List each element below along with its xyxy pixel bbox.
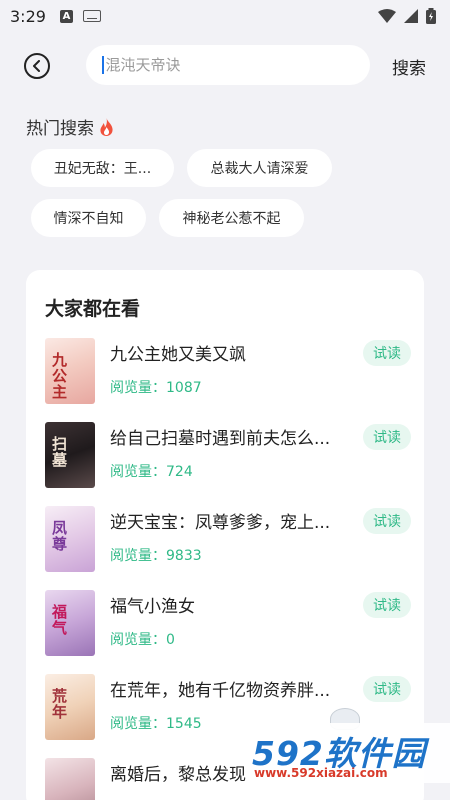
search-button[interactable]: 搜索: [392, 54, 426, 79]
recommend-card: 大家都在看 九公主 九公主她又美又飒 阅览量：1087 试读 扫墓 给自己扫墓时…: [26, 270, 424, 800]
book-views: 阅览量：0: [110, 632, 175, 648]
book-cover-text: 荒年: [50, 688, 68, 720]
book-item[interactable]: 凤尊 逆天宝宝：凤尊爹爹，宠上... 阅览量：9833 试读: [45, 506, 411, 572]
hot-search-chip[interactable]: 丑妃无敌：王...: [31, 149, 174, 187]
recommend-title: 大家都在看: [45, 298, 141, 320]
watermark: 592软件园 www.592xiazai.com: [248, 723, 450, 783]
watermark-url: www.592xiazai.com: [254, 766, 388, 780]
book-title: 给自己扫墓时遇到前夫怎么...: [110, 429, 331, 449]
search-input[interactable]: [105, 56, 346, 74]
hot-search-heading: 热门搜索: [26, 114, 114, 139]
book-title: 在荒年，她有千亿物资养胖...: [110, 681, 331, 701]
book-cover: 凤尊: [45, 506, 95, 572]
fire-icon: [100, 117, 113, 136]
hot-search-title: 热门搜索: [26, 119, 94, 139]
back-button[interactable]: [24, 53, 50, 79]
trial-read-button[interactable]: 试读: [363, 340, 411, 366]
book-title: 福气小渔女: [110, 597, 195, 617]
trial-read-button[interactable]: 试读: [363, 592, 411, 618]
book-views: 阅览量：9833: [110, 548, 202, 564]
book-cover: 荒年: [45, 674, 95, 740]
status-bar: 3:29 A: [0, 0, 450, 32]
book-views: 阅览量：1545: [110, 716, 202, 732]
book-views: 阅览量：724: [110, 464, 193, 480]
book-cover-text: 九公主: [50, 352, 68, 400]
battery-icon: [426, 8, 436, 24]
hot-search-chip[interactable]: 总裁大人请深爱: [187, 149, 332, 187]
hot-search-chip[interactable]: 神秘老公惹不起: [159, 199, 304, 237]
keyboard-icon: [82, 10, 101, 22]
book-cover-text: 扫墓: [50, 436, 68, 468]
status-time: 3:29: [10, 6, 46, 26]
book-cover: [45, 758, 95, 800]
book-item[interactable]: 福气 福气小渔女 阅览量：0 试读: [45, 590, 411, 656]
book-cover-text: 福气: [50, 604, 68, 636]
book-title: 九公主她又美又飒: [110, 345, 246, 365]
hot-search-chip[interactable]: 情深不自知: [31, 199, 146, 237]
search-field[interactable]: [86, 45, 370, 85]
book-views: 阅览量：1087: [110, 380, 202, 396]
book-item[interactable]: 九公主 九公主她又美又飒 阅览量：1087 试读: [45, 338, 411, 404]
trial-read-button[interactable]: 试读: [363, 676, 411, 702]
text-cursor: [102, 56, 104, 74]
signal-icon: [404, 9, 418, 23]
book-cover: 扫墓: [45, 422, 95, 488]
wifi-icon: [378, 9, 396, 23]
book-cover: 九公主: [45, 338, 95, 404]
search-bar: 搜索: [0, 44, 450, 88]
chevron-left-icon: [33, 60, 40, 72]
trial-read-button[interactable]: 试读: [363, 508, 411, 534]
trial-read-button[interactable]: 试读: [363, 424, 411, 450]
book-item[interactable]: 扫墓 给自己扫墓时遇到前夫怎么... 阅览量：724 试读: [45, 422, 411, 488]
book-cover-text: 凤尊: [50, 520, 68, 552]
book-title: 逆天宝宝：凤尊爹爹，宠上...: [110, 513, 331, 533]
book-cover: 福气: [45, 590, 95, 656]
notification-badge-icon: A: [59, 9, 73, 23]
